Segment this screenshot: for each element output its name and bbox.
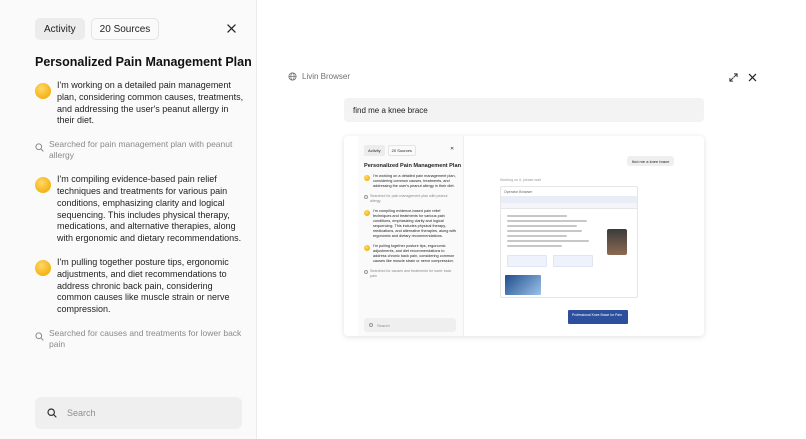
list-item: I'm working on a detailed pain managemen… [364,174,459,189]
screenshot-tabs: Activity 20 Sources [364,145,416,156]
thought-text: I'm working on a detailed pain managemen… [57,80,244,126]
screenshot-feed: I'm working on a detailed pain managemen… [364,174,459,284]
search-icon [369,323,373,327]
screenshot-search-input: Search [364,318,456,332]
screenshot-tab-sources: 20 Sources [387,145,416,156]
screenshot-search-text: Searched for pain management plan with p… [370,194,448,203]
text-line [507,235,567,237]
tab-sources[interactable]: 20 Sources [90,18,160,40]
thought-text: I'm compiling evidence-based pain relief… [57,174,242,244]
list-item: Searched for causes and treatments for l… [35,328,245,350]
text-line [507,245,562,247]
text-line [507,240,589,242]
browser-title: Livin Browser [302,72,351,81]
thought-text: I'm pulling together posture tips, ergon… [57,256,230,315]
search-icon [35,143,44,152]
inner-browser-tabbar [501,196,637,203]
text-line [507,225,577,227]
text-line [507,230,582,232]
list-item: I'm compiling evidence-based pain relief… [35,174,245,245]
search-icon [364,270,368,275]
result-card [507,255,547,267]
screenshot-tab-activity: Activity [364,145,385,156]
thinking-dot-icon [35,83,51,99]
search-step-text: Searched for causes and treatments for l… [49,327,242,349]
list-item: Searched for pain management plan with p… [35,139,245,161]
thinking-dot-icon [35,177,51,194]
screenshot-query-pill: find me a knee brace [627,156,675,166]
user-query-bubble: find me a knee brace [344,98,704,122]
list-item: I'm working on a detailed pain managemen… [35,80,245,127]
user-query-text: find me a knee brace [353,105,428,115]
screenshot-thought-text: I'm compiling evidence-based pain relief… [373,209,457,239]
close-icon [226,23,236,33]
search-input[interactable]: Search [35,397,242,429]
screenshot-search-placeholder: Search [377,322,390,328]
search-icon [364,195,368,199]
list-item: Searched for causes and treatments for l… [364,269,459,278]
product-thumbnail [505,275,541,295]
search-placeholder: Search [67,408,96,418]
list-item: Searched for pain management plan with p… [364,194,459,203]
page-title: Personalized Pain Management Plan [35,55,252,69]
close-panel-button[interactable] [225,22,237,34]
thinking-dot-icon [364,245,370,252]
screenshot-inner-browser: Operator Browser [500,186,638,298]
screenshot-title: Personalized Pain Management Plan [364,163,461,169]
globe-icon [288,72,297,81]
inner-browser-title: Operator Browser [504,189,533,194]
text-line [507,215,567,217]
screenshot-thought-text: I'm working on a detailed pain managemen… [373,174,456,188]
close-icon: ✕ [450,146,455,152]
browser-screenshot: Activity 20 Sources ✕ Personalized Pain … [344,136,704,336]
expand-icon[interactable] [729,73,738,82]
panel-tabs: Activity 20 Sources [35,18,160,40]
search-icon [35,332,44,341]
list-item: I'm compiling evidence-based pain relief… [364,209,459,239]
close-icon[interactable] [748,73,757,82]
text-line [507,220,587,222]
thinking-dot-icon [364,175,370,181]
list-item: I'm pulling together posture tips, ergon… [35,257,245,316]
result-card [553,255,593,267]
screenshot-thought-text: I'm pulling together posture tips, ergon… [373,244,455,264]
screenshot-browser-area: find me a knee brace Working on it, plea… [474,136,704,336]
search-icon [47,408,57,418]
screenshot-product-banner: Professional Knee Brace for Pain [568,310,628,324]
inner-browser-page [501,209,637,297]
activity-panel: Activity 20 Sources Personalized Pain Ma… [0,0,257,439]
screenshot-search-text: Searched for causes and treatments for l… [370,269,452,278]
browser-header: Livin Browser [288,72,350,81]
thinking-dot-icon [35,259,51,276]
thinking-dot-icon [364,210,370,217]
tab-activity[interactable]: Activity [35,18,85,40]
list-item: I'm pulling together posture tips, ergon… [364,244,459,264]
search-step-text: Searched for pain management plan with p… [49,139,233,161]
knee-brace-image [607,229,627,255]
activity-feed: I'm working on a detailed pain managemen… [35,80,245,363]
screenshot-status-text: Working on it, please wait [500,178,541,182]
screenshot-activity-panel: Activity 20 Sources ✕ Personalized Pain … [358,136,464,336]
